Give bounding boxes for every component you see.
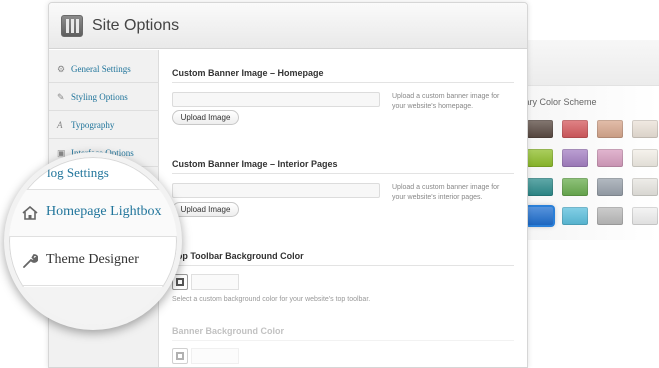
sidebar-item-label: Typography: [71, 120, 115, 130]
color-swatch[interactable]: [597, 207, 623, 225]
banner-home-input[interactable]: [172, 92, 380, 107]
banner-color-input[interactable]: [191, 348, 239, 364]
magnified-partial-label: log Settings: [47, 165, 109, 180]
color-swatch[interactable]: [597, 149, 623, 167]
color-swatch[interactable]: [527, 178, 553, 196]
color-swatch[interactable]: [632, 178, 658, 196]
sidebar-item-styling-options[interactable]: ✎ Styling Options: [49, 83, 159, 111]
banner-home-help: Upload a custom banner image for your we…: [392, 93, 500, 110]
color-swatch[interactable]: [562, 120, 588, 138]
divider: [172, 82, 514, 83]
color-swatch[interactable]: [562, 149, 588, 167]
color-swatch[interactable]: [632, 207, 658, 225]
home-icon: [22, 206, 38, 220]
wrench-icon: [23, 254, 38, 268]
font-icon: A: [57, 120, 63, 130]
divider: [172, 265, 514, 266]
color-swatch[interactable]: [527, 207, 553, 225]
sidebar-item-label: General Settings: [71, 64, 131, 74]
banner-interior-input[interactable]: [172, 183, 380, 198]
sidebar-item-label: Styling Options: [71, 92, 128, 102]
banner-bg-title: Banner Background Color: [172, 326, 285, 336]
banner-color-picker[interactable]: [172, 348, 188, 364]
titlebar: Site Options: [49, 3, 527, 49]
color-swatch[interactable]: [562, 178, 588, 196]
color-swatch[interactable]: [527, 149, 553, 167]
banner-interior-help: Upload a custom banner image for your we…: [392, 184, 500, 201]
color-swatch[interactable]: [632, 120, 658, 138]
brush-icon: ✎: [57, 92, 65, 102]
color-swatch[interactable]: [562, 207, 588, 225]
magnifier-lens: log Settings Homepage Lightbox Theme Des…: [4, 152, 182, 330]
banner-home-title: Custom Banner Image – Homepage: [172, 68, 324, 78]
upload-home-button[interactable]: Upload Image: [172, 110, 239, 125]
magnifier-empty-area: [9, 287, 177, 325]
page-title: Site Options: [92, 17, 180, 34]
color-swatch[interactable]: [597, 178, 623, 196]
options-content: Custom Banner Image – Homepage Upload Im…: [160, 50, 527, 367]
sidebar-item-homepage-lightbox[interactable]: Homepage Lightbox: [9, 189, 177, 237]
banner-interior-title: Custom Banner Image – Interior Pages: [172, 159, 338, 169]
toolbar-bg-title: Top Toolbar Background Color: [172, 251, 304, 261]
sidebar-item-theme-designer[interactable]: Theme Designer: [9, 238, 177, 286]
divider: [172, 340, 514, 341]
gear-icon: ⚙: [57, 64, 66, 74]
sidebar-item-label: Homepage Lightbox: [46, 204, 162, 219]
toolbar-bg-help: Select a custom background color for you…: [172, 296, 371, 303]
sidebar-item-typography[interactable]: A Typography: [49, 111, 159, 139]
divider: [172, 173, 514, 174]
color-swatch[interactable]: [597, 120, 623, 138]
color-swatch[interactable]: [632, 149, 658, 167]
sidebar-item-general-settings[interactable]: ⚙ General Settings: [49, 55, 159, 83]
upload-interior-button[interactable]: Upload Image: [172, 202, 239, 217]
sidebar-item-label: Theme Designer: [46, 252, 139, 267]
toolbar-color-input[interactable]: [191, 274, 239, 290]
color-swatch[interactable]: [527, 120, 553, 138]
settings-panel-icon: [61, 15, 83, 37]
